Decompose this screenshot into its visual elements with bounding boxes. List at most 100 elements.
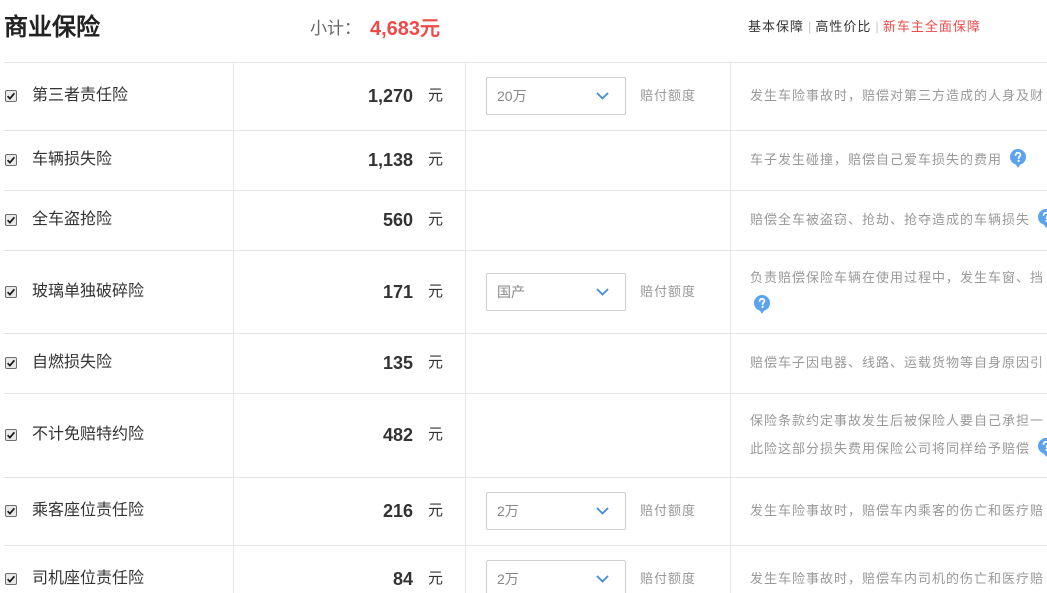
- description-cell: 赔偿车子因电器、线路、运载货物等自身原因引: [730, 333, 1047, 393]
- description-line: 赔偿全车被盗窃、抢劫、抢夺造成的车辆损失: [750, 206, 1047, 234]
- item-cell: 司机座位责任险: [0, 545, 233, 593]
- item-name: 全车盗抢险: [32, 211, 113, 228]
- plan-separator: |: [875, 19, 879, 34]
- item-name: 自燃损失险: [32, 354, 113, 371]
- item-price: 1,270: [367, 86, 413, 106]
- subtotal-value: 4,683元: [370, 18, 441, 40]
- item-checkbox[interactable]: [5, 214, 17, 226]
- item-name: 司机座位责任险: [32, 570, 145, 587]
- price-unit: 元: [428, 282, 444, 300]
- item-checkbox[interactable]: [5, 154, 17, 166]
- coverage-label: 赔付额度: [640, 283, 697, 299]
- chevron-down-icon: [596, 92, 609, 100]
- question-icon[interactable]: [1038, 438, 1047, 458]
- question-icon[interactable]: [754, 294, 770, 314]
- coverage-select[interactable]: 20万: [486, 77, 626, 115]
- price-unit: 元: [428, 570, 444, 587]
- coverage-select-value: 2万: [497, 571, 519, 587]
- item-checkbox[interactable]: [5, 90, 17, 102]
- description-line: [750, 292, 1047, 320]
- item-cell: 车辆损失险: [0, 130, 233, 190]
- coverage-cell: 2万 赔付额度: [465, 545, 730, 593]
- description-text: 车子发生碰撞，赔偿自己爱车损失的费用: [750, 152, 1003, 167]
- question-icon[interactable]: [1010, 149, 1027, 169]
- item-cell: 乘客座位责任险: [0, 477, 233, 545]
- plan-tabs: 基本保障 | 高性价比 | 新车主全面保障: [748, 17, 981, 37]
- plan-tab[interactable]: 高性价比: [815, 19, 871, 34]
- item-price: 171: [382, 281, 413, 302]
- page-title: 商业保险: [4, 14, 100, 41]
- description: 发生车险事故时，赔偿对第三方造成的人身及财: [750, 82, 1047, 110]
- description-cell: 车子发生碰撞，赔偿自己爱车损失的费用: [730, 130, 1047, 190]
- item-cell: 第三者责任险: [0, 62, 233, 130]
- price-unit: 元: [428, 87, 444, 104]
- coverage-label: 赔付额度: [640, 88, 697, 103]
- insurance-row: 车辆损失险 1,138 元 车子发生碰撞，赔偿自己爱车损失的费用: [0, 130, 1047, 190]
- plan-tab[interactable]: 新车主全面保障: [883, 19, 981, 34]
- description-text: 发生车险事故时，赔偿车内乘客的伤亡和医疗赔: [750, 503, 1045, 518]
- item-cell: 全车盗抢险: [0, 190, 233, 250]
- question-icon[interactable]: [1038, 209, 1047, 229]
- price-cell: 1,138 元: [233, 130, 465, 190]
- description: 负责赔偿保险车辆在使用过程中，发生车窗、挡: [750, 264, 1047, 320]
- description-cell: 保险条款约定事故发生后被保险人要自己承担一 此险这部分损失费用保险公司将同样给予赔…: [730, 393, 1047, 477]
- item-checkbox[interactable]: [5, 429, 17, 441]
- coverage-cell: 20万 赔付额度: [465, 62, 730, 130]
- insurance-row: 自燃损失险 135 元 赔偿车子因电器、线路、运载货物等自身原因引: [0, 333, 1047, 393]
- price-unit: 元: [428, 426, 444, 443]
- description-line: 此险这部分损失费用保险公司将同样给予赔偿: [750, 435, 1047, 463]
- description: 发生车险事故时，赔偿车内司机的伤亡和医疗赔: [750, 565, 1047, 593]
- coverage-label: 赔付额度: [640, 571, 697, 586]
- coverage-select[interactable]: 国产: [486, 272, 626, 311]
- description: 保险条款约定事故发生后被保险人要自己承担一 此险这部分损失费用保险公司将同样给予赔…: [750, 407, 1047, 463]
- item-price: 84: [392, 569, 413, 589]
- item-checkbox[interactable]: [5, 573, 17, 585]
- description-cell: 发生车险事故时，赔偿车内司机的伤亡和医疗赔: [730, 545, 1047, 593]
- coverage-table: 第三者责任险 1,270 元 20万 赔付额度 发生车险事故时，赔偿对第三方造成的人身及财…: [0, 62, 1047, 593]
- item-price: 560: [382, 210, 413, 230]
- description: 车子发生碰撞，赔偿自己爱车损失的费用: [750, 146, 1047, 174]
- item-name: 车辆损失险: [32, 151, 113, 168]
- price-cell: 135 元: [233, 333, 465, 393]
- description-line: 发生车险事故时，赔偿车内乘客的伤亡和医疗赔: [750, 497, 1047, 525]
- description-cell: 负责赔偿保险车辆在使用过程中，发生车窗、挡: [730, 250, 1047, 333]
- coverage-select[interactable]: 2万: [486, 492, 626, 530]
- price-unit: 元: [428, 211, 444, 228]
- description-text: 赔偿全车被盗窃、抢劫、抢夺造成的车辆损失: [750, 212, 1031, 227]
- price-cell: 171 元: [233, 250, 465, 333]
- coverage-select-value: 国产: [497, 283, 525, 300]
- coverage-cell: 2万 赔付额度: [465, 477, 730, 545]
- description-text: 保险条款约定事故发生后被保险人要自己承担一: [750, 413, 1045, 428]
- description-text: 负责赔偿保险车辆在使用过程中，发生车窗、挡: [750, 269, 1045, 285]
- description-line: 保险条款约定事故发生后被保险人要自己承担一: [750, 407, 1047, 435]
- item-checkbox[interactable]: [5, 505, 17, 517]
- insurance-row: 不计免赔特约险 482 元 保险条款约定事故发生后被保险人要自己承担一 此险这部分损失费…: [0, 393, 1047, 477]
- item-price: 482: [382, 425, 413, 445]
- plan-separator: |: [808, 19, 812, 34]
- description-line: 发生车险事故时，赔偿车内司机的伤亡和医疗赔: [750, 565, 1047, 593]
- item-cell: 玻璃单独破碎险: [0, 250, 233, 333]
- coverage-cell: [465, 333, 730, 393]
- coverage-cell: 国产 赔付额度: [465, 250, 730, 333]
- coverage-select[interactable]: 2万: [486, 560, 626, 593]
- item-checkbox[interactable]: [5, 285, 17, 298]
- coverage-cell: [465, 393, 730, 477]
- item-cell: 不计免赔特约险: [0, 393, 233, 477]
- coverage-cell: [465, 190, 730, 250]
- item-price: 1,138: [367, 150, 413, 170]
- item-name: 乘客座位责任险: [32, 502, 145, 519]
- description-line: 负责赔偿保险车辆在使用过程中，发生车窗、挡: [750, 264, 1047, 292]
- plan-tab[interactable]: 基本保障: [748, 19, 804, 34]
- subtotal-label: 小计：: [310, 19, 361, 38]
- chevron-down-icon: [596, 507, 609, 515]
- description-cell: 发生车险事故时，赔偿对第三方造成的人身及财: [730, 62, 1047, 130]
- item-price: 216: [382, 501, 413, 521]
- description-text: 此险这部分损失费用保险公司将同样给予赔偿: [750, 441, 1031, 456]
- item-checkbox[interactable]: [5, 357, 17, 369]
- price-unit: 元: [428, 354, 444, 371]
- description-cell: 赔偿全车被盗窃、抢劫、抢夺造成的车辆损失: [730, 190, 1047, 250]
- insurance-row: 玻璃单独破碎险 171 元 国产 赔付额度 负责赔偿保险车辆在使用过程中，发生车窗、挡: [0, 250, 1047, 333]
- description-text: 发生车险事故时，赔偿车内司机的伤亡和医疗赔: [750, 571, 1045, 586]
- chevron-down-icon: [596, 575, 609, 583]
- item-price: 135: [382, 353, 413, 373]
